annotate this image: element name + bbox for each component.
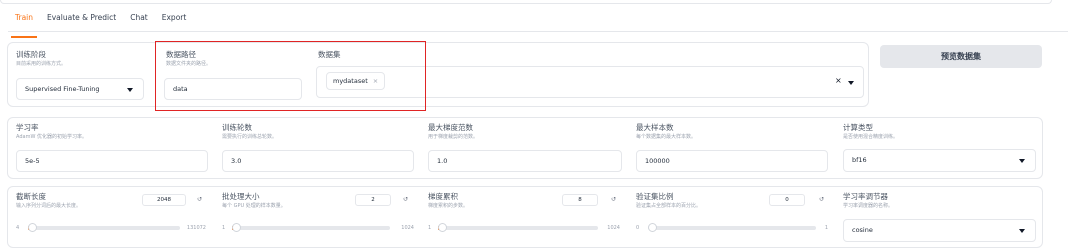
grad-accum-label: 梯度累积 (428, 192, 458, 201)
max-grad-norm-label: 最大梯度范数 (428, 123, 473, 132)
slider-thumb[interactable] (648, 223, 657, 232)
epochs-label-group: 训练轮数 需要执行的训练总轮数。 (222, 123, 277, 141)
tab-train[interactable]: Train (8, 10, 40, 38)
epochs-label: 训练轮数 (222, 123, 252, 132)
learning-rate-info: AdamW 优化器的初始学习率。 (16, 134, 87, 140)
tab-export[interactable]: Export (155, 10, 194, 31)
compute-type-value: bf16 (852, 156, 867, 164)
lr-scheduler-label: 学习率调节器 (843, 192, 888, 201)
training-stage-select[interactable]: Supervised Fine-Tuning (16, 78, 144, 100)
val-size-label-group: 验证集比例 验证集占全部样本的百分比。 (636, 192, 701, 210)
compute-type-select[interactable]: bf16 (843, 149, 1036, 172)
batch-size-label-group: 批处理大小 每个 GPU 处理的样本数量。 (222, 192, 286, 210)
lr-scheduler-info: 学习率调度器的名称。 (843, 203, 894, 209)
max-samples-label: 最大样本数 (636, 123, 674, 132)
compute-type-label: 计算类型 (843, 123, 873, 132)
preview-dataset-button[interactable]: 预览数据集 (880, 45, 1042, 68)
grad-accum-max: 1024 (607, 225, 620, 231)
chevron-down-icon (1019, 229, 1025, 233)
lr-scheduler-select[interactable]: cosine (843, 219, 1036, 242)
tab-bar: Train Evaluate & Predict Chat Export (8, 10, 1068, 38)
chevron-down-icon (127, 88, 133, 92)
val-size-max: 1 (824, 225, 828, 231)
grad-accum-label-group: 梯度累积 梯度累积的步数。 (428, 192, 468, 210)
grad-accum-number-input[interactable]: 8 (562, 194, 598, 206)
training-stage-info: 目前采用的训练方式。 (16, 61, 67, 67)
cutoff-len-info: 输入序列分词后的最大长度。 (16, 203, 82, 209)
cutoff-len-label-group: 截断长度 输入序列分词后的最大长度。 (16, 192, 81, 210)
top-panel-edge (0, 0, 1052, 4)
clear-icon[interactable]: × (835, 76, 842, 86)
tab-chat[interactable]: Chat (123, 10, 155, 31)
val-size-number-input[interactable]: 0 (769, 194, 805, 206)
training-stage-label-group: 训练阶段 目前采用的训练方式。 (16, 50, 66, 68)
grad-accum-slider[interactable] (438, 223, 598, 232)
cutoff-len-number-input[interactable]: 2048 (142, 194, 186, 206)
learning-rate-label: 学习率 (16, 123, 39, 132)
tab-evaluate-predict[interactable]: Evaluate & Predict (40, 10, 123, 31)
max-samples-label-group: 最大样本数 每个数据集的最大样本数。 (636, 123, 696, 141)
val-size-min: 0 (636, 225, 640, 231)
lr-scheduler-label-group: 学习率调节器 学习率调度器的名称。 (843, 192, 893, 210)
max-samples-info: 每个数据集的最大样本数。 (636, 134, 697, 140)
training-stage-value: Supervised Fine-Tuning (25, 85, 100, 93)
batch-size-number-input[interactable]: 2 (355, 194, 391, 206)
batch-size-min: 1 (222, 225, 226, 231)
epochs-info: 需要执行的训练总轮数。 (222, 134, 278, 140)
learning-rate-label-group: 学习率 AdamW 优化器的初始学习率。 (16, 123, 87, 141)
val-size-slider[interactable] (648, 223, 816, 232)
max-grad-norm-input[interactable]: 1.0 (428, 150, 622, 172)
slider-thumb[interactable] (438, 223, 447, 232)
max-samples-input[interactable]: 100000 (636, 150, 828, 172)
epochs-input[interactable]: 3.0 (222, 150, 414, 172)
batch-size-label: 批处理大小 (222, 192, 260, 201)
reset-icon[interactable]: ↺ (197, 194, 202, 206)
learning-rate-input[interactable]: 5e-5 (16, 150, 208, 172)
chevron-down-icon (1019, 159, 1025, 163)
grad-accum-info: 梯度累积的步数。 (428, 203, 469, 209)
chevron-down-icon (848, 81, 854, 85)
batch-size-slider[interactable] (232, 223, 390, 232)
lr-scheduler-value: cosine (852, 226, 873, 234)
max-grad-norm-info: 用于梯度裁剪的范数。 (428, 134, 479, 140)
val-size-info: 验证集占全部样本的百分比。 (636, 203, 702, 209)
highlight-box (155, 41, 426, 111)
cutoff-len-min: 4 (16, 225, 20, 231)
reset-icon[interactable]: ↺ (403, 194, 408, 206)
cutoff-len-slider[interactable] (28, 223, 180, 232)
batch-size-max: 1024 (401, 225, 414, 231)
compute-type-label-group: 计算类型 是否使用混合精度训练。 (843, 123, 898, 141)
cutoff-len-max: 131072 (186, 225, 206, 231)
batch-size-info: 每个 GPU 处理的样本数量。 (222, 203, 286, 209)
grad-accum-min: 1 (428, 225, 432, 231)
compute-type-info: 是否使用混合精度训练。 (843, 134, 899, 140)
val-size-label: 验证集比例 (636, 192, 674, 201)
reset-icon[interactable]: ↺ (611, 194, 616, 206)
reset-icon[interactable]: ↺ (819, 194, 824, 206)
training-stage-label: 训练阶段 (16, 50, 46, 59)
llama-board-train-page: Train Evaluate & Predict Chat Export 训练阶… (0, 0, 1080, 252)
slider-thumb[interactable] (232, 223, 241, 232)
slider-thumb[interactable] (28, 223, 37, 232)
cutoff-len-label: 截断长度 (16, 192, 46, 201)
max-grad-norm-label-group: 最大梯度范数 用于梯度裁剪的范数。 (428, 123, 478, 141)
